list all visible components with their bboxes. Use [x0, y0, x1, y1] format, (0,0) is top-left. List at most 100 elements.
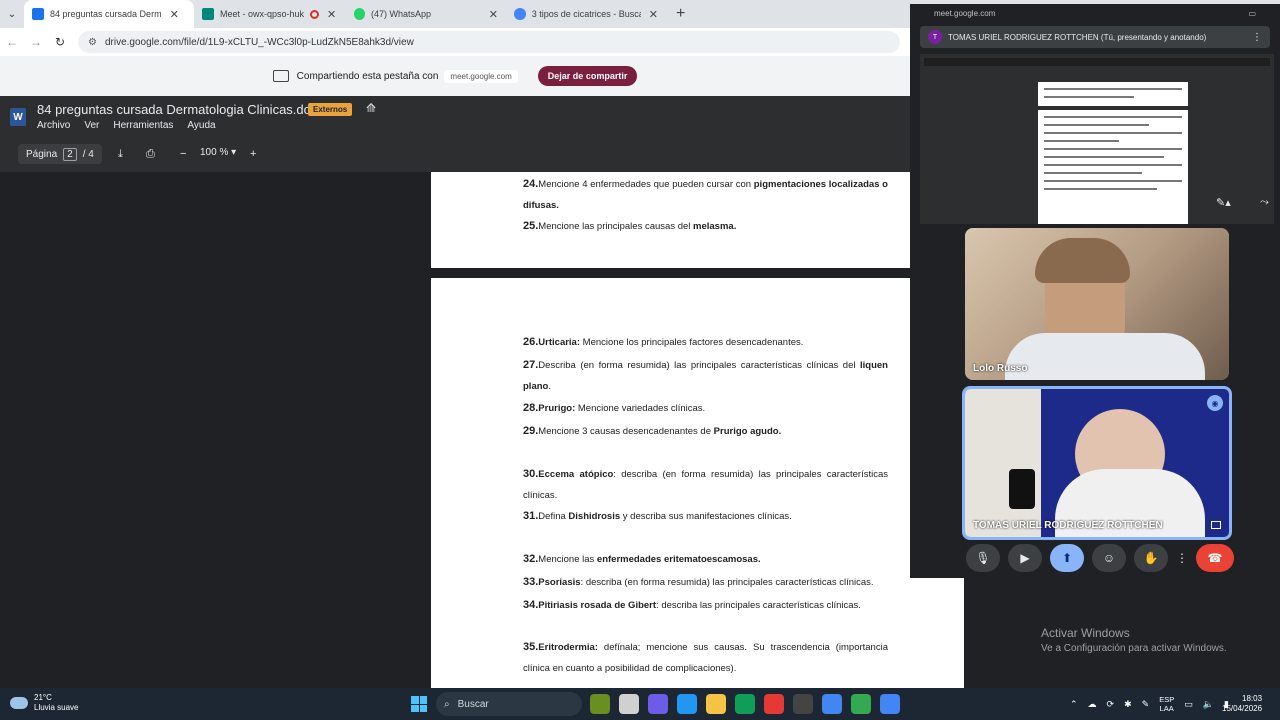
zoom-value: 100 % — [200, 147, 229, 158]
pin-icon[interactable] — [1211, 521, 1221, 529]
question-number: 35. — [523, 641, 539, 653]
question-number: 34. — [523, 599, 539, 611]
leave-call-icon[interactable]: ☎ — [1196, 544, 1234, 572]
taskbar-app-icon[interactable] — [590, 694, 610, 714]
tab-search[interactable]: 3 tipos de cicatrices - Buscar co ✕ — [506, 0, 666, 28]
raise-hand-icon[interactable]: ✋ — [1134, 544, 1168, 572]
return-to-tab-icon[interactable]: ▭ — [1248, 9, 1256, 18]
more-options-icon[interactable]: ⋮ — [1176, 544, 1188, 572]
tab-title: Meet - owx-qpso-huk — [220, 9, 305, 19]
zoom-out-icon[interactable]: − — [180, 148, 186, 160]
activate-subtitle: Ve a Configuración para activar Windows. — [1041, 643, 1227, 654]
mini-page — [1038, 82, 1188, 106]
menu-ayuda[interactable]: Ayuda — [187, 120, 215, 131]
question-text: Urticaria: Mencione los principales fact… — [538, 337, 804, 348]
reload-icon[interactable]: ↻ — [48, 35, 72, 49]
question-number: 30. — [523, 468, 539, 480]
volume-icon[interactable]: 🔈 — [1203, 699, 1214, 710]
menu-herramientas[interactable]: Herramientas — [113, 120, 173, 131]
close-icon[interactable]: ✕ — [489, 8, 498, 21]
pen-icon[interactable]: ✎ — [1142, 699, 1150, 710]
tab-sharing-bar: Compartiendo esta pestaña con meet.googl… — [0, 56, 910, 96]
close-icon[interactable]: ✕ — [170, 8, 179, 21]
microphone-icon[interactable]: 🎙 — [966, 544, 1000, 572]
participant-tile[interactable]: Lolo Russo — [965, 228, 1229, 380]
presenter-banner: T TOMAS URIEL RODRIGUEZ ROTTCHEN (Tú, pr… — [920, 26, 1270, 48]
zoom-in-icon[interactable]: + — [250, 148, 256, 160]
question-text: Mencione las principales causas del mela… — [538, 221, 737, 232]
cloud-rain-icon — [10, 697, 28, 709]
tab-search-icon[interactable]: ⌄ — [0, 0, 24, 28]
taskbar-app-icon[interactable] — [793, 694, 813, 714]
recording-indicator-icon — [310, 9, 320, 19]
annotate-pen-icon[interactable]: ✎▴ — [1216, 196, 1231, 209]
search-placeholder: Buscar — [457, 698, 489, 710]
taskbar-app-icon[interactable] — [880, 694, 900, 714]
taskbar-app-icon[interactable] — [764, 694, 784, 714]
network-icon[interactable]: ▭ — [1184, 699, 1193, 710]
zoom-level[interactable]: 100 % ▾ — [200, 147, 236, 158]
download-icon[interactable]: ⤓ — [118, 148, 123, 161]
call-controls: 🎙 ▶ ⬆ ☺ ✋ ⋮ ☎ — [966, 544, 1234, 572]
document-title: 84 preguntas cursada Dermatologia Clinic… — [37, 102, 318, 117]
language-indicator[interactable]: ESP LAA — [1159, 695, 1174, 713]
document-page-1: 24.Mencione 4 enfermedades que pueden cu… — [431, 172, 964, 268]
camera-icon[interactable]: ▶ — [1008, 544, 1042, 572]
taskbar-app-icon[interactable] — [822, 694, 842, 714]
new-tab-icon[interactable]: + — [666, 0, 695, 28]
url-input[interactable]: ⚙ drive.google.com/file/d/1L9-xCLTU_-WCc… — [78, 31, 900, 53]
question-28: 28.Prurigo: Mencione variedades clínicas… — [523, 398, 888, 419]
back-icon[interactable]: ← — [0, 35, 24, 49]
menu-archivo[interactable]: Archivo — [37, 120, 70, 131]
taskbar-app-icon[interactable] — [677, 694, 697, 714]
viewer-header: W 84 preguntas cursada Dermatologia Clin… — [0, 96, 910, 136]
tab-meet[interactable]: Meet - owx-qpso-huk ✕ — [194, 0, 346, 28]
document-view[interactable]: 24.Mencione 4 enfermedades que pueden cu… — [0, 172, 964, 688]
participant-name: TOMAS URIEL RODRIGUEZ ROTTCHEN — [973, 520, 1163, 531]
menu-ver[interactable]: Ver — [84, 120, 99, 131]
viewer-menu: Archivo Ver Herramientas Ayuda — [37, 120, 216, 131]
windows-taskbar: 21°C Lluvia suave ⌕ Buscar ⌃ ☁ ⟳ ✱ ✎ ESP… — [0, 688, 1280, 720]
print-icon[interactable]: ⎙ — [146, 148, 155, 161]
meet-titlebar: meet.google.com ▭ — [910, 4, 1280, 22]
taskbar-app-icon[interactable] — [648, 694, 668, 714]
windows-activation-watermark: Activar Windows Ve a Configuración para … — [1041, 626, 1227, 654]
site-info-icon[interactable]: ⚙ — [88, 37, 97, 48]
show-hidden-icon[interactable]: ⌃ — [1070, 699, 1078, 710]
bluetooth-icon[interactable]: ✱ — [1124, 699, 1132, 710]
weather-widget[interactable]: 21°C Lluvia suave — [10, 693, 78, 713]
activate-title: Activar Windows — [1041, 626, 1130, 640]
question-text: Defina Dishidrosis y describa sus manife… — [538, 511, 792, 522]
more-options-icon[interactable]: ⋮ — [1252, 32, 1262, 43]
add-shortcut-icon[interactable]: ⟰ — [366, 101, 376, 115]
close-icon[interactable]: ✕ — [649, 8, 658, 21]
address-bar: ← → ↻ ⚙ drive.google.com/file/d/1L9-xCLT… — [0, 28, 910, 56]
participant-tile-self[interactable]: ◉ TOMAS URIEL RODRIGUEZ ROTTCHEN — [962, 386, 1232, 540]
close-icon[interactable]: ✕ — [327, 8, 336, 21]
taskbar-search[interactable]: ⌕ Buscar — [436, 692, 582, 716]
page-number-input[interactable]: 2 — [63, 147, 77, 161]
taskbar-clock[interactable]: 18:03 15/04/2026 — [1222, 694, 1262, 714]
meet-host: meet.google.com — [934, 8, 996, 18]
emoji-icon[interactable]: ☺ — [1092, 544, 1126, 572]
present-screen-icon[interactable]: ⬆ — [1050, 544, 1084, 572]
forward-icon[interactable]: → — [24, 35, 48, 49]
taskbar-app-icon[interactable] — [851, 694, 871, 714]
question-text: Describa (en forma resumida) las princip… — [523, 360, 888, 392]
taskbar-app-icon[interactable] — [706, 694, 726, 714]
stop-sharing-button[interactable]: Dejar de compartir — [537, 66, 638, 86]
question-27: 27.Describa (en forma resumida) las prin… — [523, 355, 888, 397]
meet-pip-window[interactable]: meet.google.com ▭ T TOMAS URIEL RODRIGUE… — [910, 4, 1280, 578]
question-34: 34.Pitiriasis rosada de Gibert: describa… — [523, 595, 888, 616]
taskbar-app-icon[interactable] — [735, 694, 755, 714]
taskbar-app-icon[interactable] — [619, 694, 639, 714]
tab-whatsapp[interactable]: (47) WhatsApp ✕ — [346, 0, 506, 28]
start-menu-icon[interactable] — [411, 696, 427, 712]
onedrive-icon[interactable]: ☁ — [1088, 699, 1097, 710]
tab-drive-doc[interactable]: 84 preguntas cursada Derm ✕ — [24, 0, 194, 28]
sharing-text: Compartiendo esta pestaña con — [296, 70, 439, 82]
question-29: 29.Mencione 3 causas desencadenantes de … — [523, 421, 888, 442]
url-text: drive.google.com/file/d/1L9-xCLTU_-WCc3l… — [104, 36, 414, 48]
share-icon[interactable]: ⤳ — [1260, 196, 1269, 209]
sync-icon[interactable]: ⟳ — [1107, 699, 1115, 710]
